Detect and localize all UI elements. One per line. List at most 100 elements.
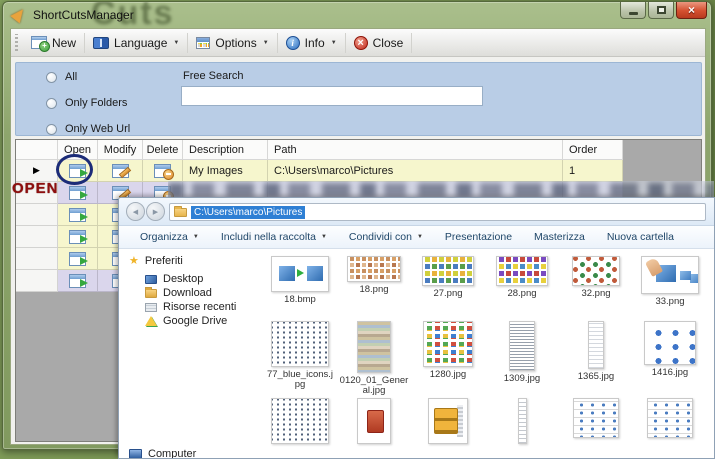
toolbar-info-button[interactable]: Info ▼ — [278, 32, 346, 53]
file-name-label: 33.png — [655, 296, 685, 307]
file-name-label: 0120_01_General.jpg — [339, 375, 409, 396]
order-cell: 1 — [563, 160, 623, 182]
row-selector-cell[interactable] — [16, 226, 58, 248]
minimize-button[interactable] — [620, 2, 646, 19]
computer-icon — [129, 449, 142, 458]
file-item[interactable]: 1416.jpg — [633, 321, 707, 396]
toolbar-close-button[interactable]: Close — [346, 32, 413, 53]
filter-radio-only-web-url[interactable]: Only Web Url — [46, 123, 130, 135]
back-button[interactable]: ◀ — [126, 202, 145, 221]
row-selector-cell[interactable]: ▶ — [16, 160, 58, 182]
toolbar-options-button[interactable]: Options ▼ — [188, 32, 278, 53]
open-shortcut-icon[interactable] — [69, 251, 88, 266]
filter-radio-all[interactable]: All — [46, 71, 77, 83]
explorer-content: ★ Preferiti Desktop Download Risorse recenti… — [119, 249, 714, 458]
file-item[interactable]: 18.png — [337, 256, 411, 307]
open-shortcut-icon[interactable] — [69, 229, 88, 244]
column-header-description[interactable]: Description — [183, 140, 268, 160]
close-icon: × — [687, 3, 695, 17]
close-window-button[interactable]: × — [676, 2, 707, 19]
sidebar-item-risorse-recenti[interactable]: Risorse recenti — [145, 301, 236, 313]
file-name-label: 18.bmp — [284, 294, 316, 305]
icon-grid-sparse-thumbnail — [572, 256, 620, 286]
column-header-order[interactable]: Order — [563, 140, 623, 160]
info-icon — [285, 35, 300, 50]
sidebar-item-download[interactable]: Download — [145, 286, 212, 299]
file-item[interactable]: 1280.jpg — [411, 321, 485, 396]
sidebar-group-preferiti[interactable]: ★ Preferiti — [129, 255, 183, 267]
maximize-button[interactable] — [648, 2, 674, 19]
open-shortcut-icon[interactable] — [69, 273, 88, 288]
file-name-label: 18.png — [359, 284, 389, 295]
file-item[interactable]: 1365.jpg — [559, 321, 633, 396]
app-icon — [10, 5, 28, 24]
file-item-partial[interactable] — [263, 398, 337, 444]
file-item-partial[interactable] — [337, 398, 411, 444]
file-item[interactable]: 33.png — [633, 256, 707, 307]
maximize-icon — [656, 6, 666, 14]
sidebar-item-label: Risorse recenti — [163, 301, 237, 313]
hand-monitors-thumbnail — [641, 256, 699, 294]
toolbar-item-label: New — [52, 35, 77, 50]
explorer-toolbar-masterizza[interactable]: Masterizza — [523, 231, 596, 243]
forward-button[interactable]: ▶ — [146, 202, 165, 221]
file-name-label: 1309.jpg — [503, 373, 541, 384]
file-name-label: 1280.jpg — [429, 369, 467, 380]
file-item-partial[interactable] — [485, 398, 559, 444]
free-search-input[interactable] — [181, 86, 483, 106]
row-selector-cell[interactable] — [16, 270, 58, 292]
file-item[interactable]: 77_blue_icons.jpg — [263, 321, 337, 396]
explorer-sidebar: ★ Preferiti Desktop Download Risorse recenti… — [119, 249, 261, 458]
open-cell — [58, 182, 98, 204]
explorer-toolbar-condividi-con[interactable]: Condividi con ▼ — [338, 231, 434, 243]
file-item[interactable]: 1309.jpg — [485, 321, 559, 396]
options-grid-icon — [196, 36, 211, 49]
toolbar-item-label: Info — [304, 35, 325, 50]
explorer-command-bar: Organizza ▼ Includi nella raccolta ▼ Condivi… — [119, 226, 714, 249]
file-item-partial[interactable] — [633, 398, 707, 444]
explorer-toolbar-presentazione[interactable]: Presentazione — [434, 231, 523, 243]
open-shortcut-icon[interactable] — [69, 185, 88, 200]
titlebar[interactable]: Cuts ShortCutsManager × — [3, 2, 711, 28]
new-shortcut-icon — [31, 36, 50, 52]
file-item[interactable]: 18.bmp — [263, 256, 337, 307]
grid-header: Open Modify Delete Description Path Order — [16, 140, 701, 160]
toolbar-new-button[interactable]: New — [23, 32, 86, 53]
sidebar-item-desktop[interactable]: Desktop — [145, 273, 203, 285]
filter-radio-only-folders[interactable]: Only Folders — [46, 97, 127, 109]
dropdown-arrow-icon: ▼ — [320, 234, 327, 240]
column-header-modify[interactable]: Modify — [98, 140, 143, 160]
file-item-partial[interactable] — [411, 398, 485, 444]
file-item[interactable]: 0120_01_General.jpg — [337, 321, 411, 396]
file-item[interactable]: 27.png — [411, 256, 485, 307]
toolbar-language-button[interactable]: Language ▼ — [85, 32, 189, 53]
row-selector-cell[interactable] — [16, 204, 58, 226]
column-header-path[interactable]: Path — [268, 140, 563, 160]
file-item[interactable]: 28.png — [485, 256, 559, 307]
modify-shortcut-icon[interactable] — [111, 163, 129, 178]
grid-corner-cell — [16, 140, 58, 160]
open-annotation-label: OPEN — [12, 180, 59, 197]
column-header-delete[interactable]: Delete — [143, 140, 183, 160]
explorer-toolbar-nuova-cartella[interactable]: Nuova cartella — [596, 231, 685, 243]
file-item[interactable]: 32.png — [559, 256, 633, 307]
window-controls: × — [620, 2, 707, 19]
toolbar-item-label: Language — [114, 35, 168, 50]
explorer-window: ◀ ▶ C:\Users\marco\Pictures Organizza ▼ In… — [118, 197, 715, 459]
explorer-toolbar-includi-nella-raccolta[interactable]: Includi nella raccolta ▼ — [210, 231, 338, 243]
row-selector-cell[interactable] — [16, 248, 58, 270]
open-shortcut-icon[interactable] — [69, 207, 88, 222]
sidebar-item-google-drive[interactable]: Google Drive — [145, 315, 227, 327]
window-title: ShortCutsManager — [33, 8, 134, 22]
file-item-partial[interactable] — [559, 398, 633, 444]
address-bar[interactable]: C:\Users\marco\Pictures — [169, 203, 706, 221]
computers-transfer-thumbnail — [271, 256, 329, 292]
delete-shortcut-icon[interactable] — [154, 163, 174, 180]
close-app-icon — [353, 35, 368, 50]
explorer-navigation-bar: ◀ ▶ C:\Users\marco\Pictures — [119, 198, 714, 226]
open-cell — [58, 248, 98, 270]
sidebar-group-computer[interactable]: Computer — [129, 448, 196, 458]
app-toolbar: New Language ▼ Options ▼ Info ▼ Close — [11, 29, 705, 57]
explorer-toolbar-organizza[interactable]: Organizza ▼ — [129, 231, 210, 243]
thin-strip-thumbnail — [517, 398, 527, 444]
